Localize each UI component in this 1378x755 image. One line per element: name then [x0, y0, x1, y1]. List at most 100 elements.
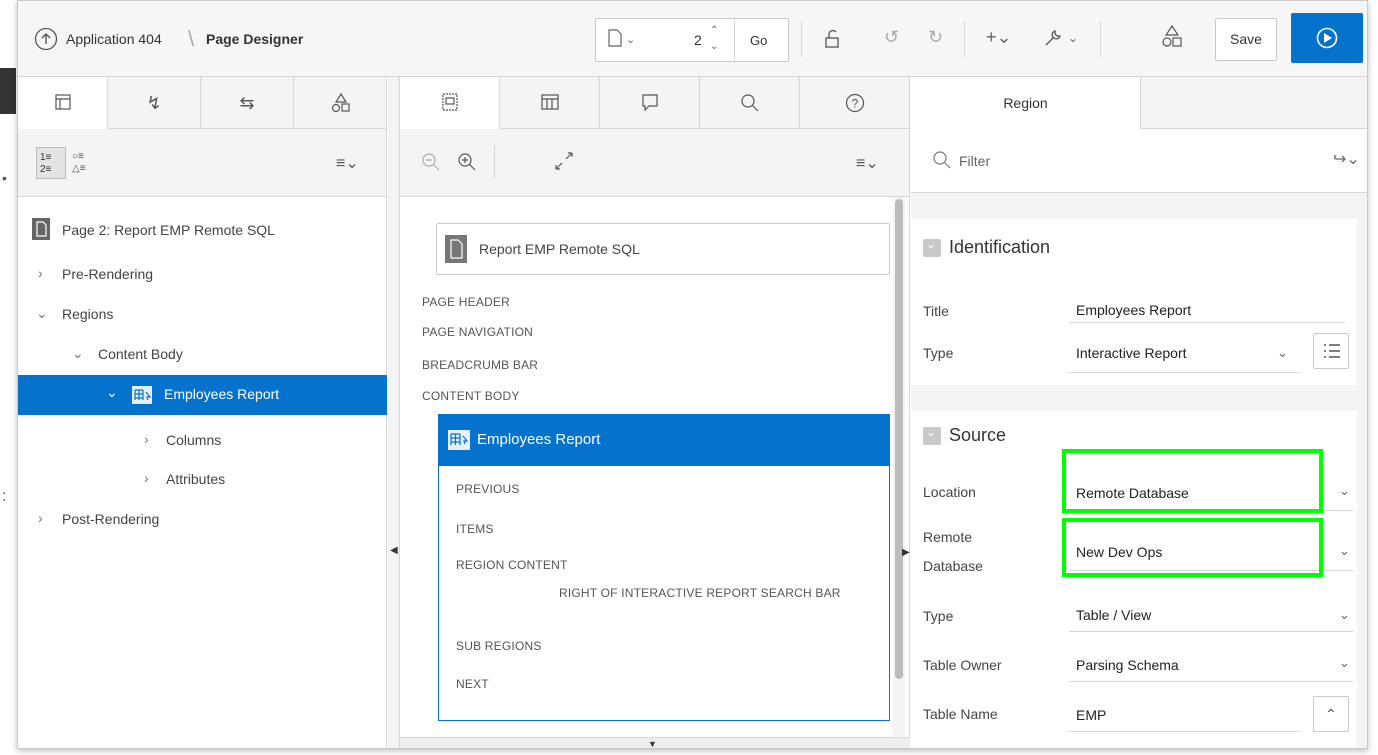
title-field[interactable]: Employees Report [1076, 302, 1191, 318]
slot-page-header[interactable]: PAGE HEADER [422, 295, 510, 309]
filter-input[interactable]: Filter [959, 153, 990, 169]
field-underline [1069, 322, 1345, 323]
group-view-button[interactable]: ○≡ △≡ [72, 151, 86, 175]
slot-breadcrumb-bar[interactable]: BREADCRUMB BAR [422, 358, 538, 372]
layout-toolbar: ≡⌄ [400, 129, 909, 197]
field-underline [1069, 372, 1299, 373]
list-icon [1324, 344, 1340, 358]
remote-database-label: Remote [923, 529, 973, 545]
chevron-down-icon[interactable]: ⌄ [626, 33, 635, 46]
type-select[interactable]: Interactive Report [1076, 345, 1187, 361]
page-number-field[interactable]: 2 [694, 32, 702, 48]
unlock-icon[interactable] [823, 29, 841, 49]
zoom-out-icon[interactable] [422, 153, 440, 171]
tab-layout[interactable] [400, 77, 500, 130]
slot-content-body[interactable]: CONTENT BODY [422, 389, 520, 403]
chevron-down-icon[interactable]: ⌄ [1068, 28, 1078, 48]
save-button[interactable]: Save [1215, 18, 1277, 61]
tree-item-pre-rendering[interactable]: Pre-Rendering [62, 266, 153, 282]
table-name-field[interactable]: EMP [1076, 707, 1106, 723]
slot-items[interactable]: ITEMS [456, 522, 494, 536]
tab-shared-components[interactable] [294, 77, 387, 129]
component-view-button[interactable]: 1≡ 2≡ [36, 147, 66, 179]
shared-components-icon[interactable] [1161, 25, 1183, 49]
go-button[interactable]: Go [750, 33, 767, 48]
grid-icon [540, 94, 559, 110]
chevron-down-icon[interactable]: ⌄ [72, 345, 84, 362]
slot-sub-regions[interactable]: SUB REGIONS [456, 639, 542, 653]
tab-region[interactable]: Region [911, 77, 1141, 130]
tab-component-view[interactable] [500, 77, 600, 129]
region-employees-report[interactable]: Employees Report PREVIOUS ITEMS REGION C… [438, 414, 890, 721]
backdrop-mark: • [2, 170, 7, 186]
title-label: Title [923, 303, 949, 319]
table-owner-select[interactable]: Parsing Schema [1076, 657, 1179, 673]
highlight-remote-database [1062, 518, 1323, 577]
chevron-down-icon[interactable]: ⌄ [1277, 345, 1288, 361]
tree-item-regions[interactable]: Regions [62, 306, 113, 322]
chevron-right-icon[interactable]: › [144, 470, 149, 486]
utilities-wrench-icon[interactable] [1042, 27, 1064, 49]
right-splitter[interactable]: ▶ [901, 547, 911, 559]
tree-item-attributes[interactable]: Attributes [166, 471, 225, 487]
tree-page-root[interactable]: Page 2: Report EMP Remote SQL [62, 222, 275, 238]
tab-search[interactable] [700, 77, 800, 129]
table-lov-button[interactable]: ⌃ [1313, 696, 1349, 732]
run-page-button[interactable] [1291, 13, 1363, 63]
source-type-select[interactable]: Table / View [1076, 607, 1151, 623]
play-icon [1316, 27, 1338, 49]
page-card[interactable]: Report EMP Remote SQL [436, 223, 890, 275]
layout-scrollbar-thumb[interactable] [895, 199, 903, 679]
bottom-splitter[interactable]: ▼ [400, 737, 910, 749]
slot-right-of-search-bar[interactable]: RIGHT OF INTERACTIVE REPORT SEARCH BAR [559, 586, 841, 600]
slot-previous[interactable]: PREVIOUS [456, 482, 520, 496]
redo-icon[interactable]: ↻ [928, 27, 943, 47]
page-stepper[interactable]: ⌃ ⌄ [710, 23, 718, 55]
tab-rendering[interactable] [18, 77, 108, 130]
chevron-down-icon[interactable]: ⌄ [36, 305, 48, 322]
up-arrow-icon[interactable] [34, 27, 58, 51]
section-identification: Identification [949, 237, 1051, 257]
chevron-down-icon[interactable]: ⌄ [1339, 655, 1350, 671]
chevron-down-icon[interactable]: ⌄ [1339, 543, 1350, 559]
undo-icon[interactable]: ↺ [884, 27, 899, 47]
page-icon[interactable] [608, 29, 622, 47]
slot-next[interactable]: NEXT [456, 677, 489, 691]
tree-item-columns[interactable]: Columns [166, 432, 221, 448]
expand-icon[interactable] [554, 151, 574, 171]
search-icon [740, 94, 758, 112]
field-underline [1069, 731, 1299, 732]
chevron-right-icon[interactable]: › [144, 431, 149, 447]
tab-processing[interactable]: ⇆ [201, 77, 294, 129]
property-scrollbar[interactable] [1357, 193, 1367, 748]
list-button[interactable] [1313, 333, 1349, 369]
menu-icon[interactable]: ≡⌄ [856, 153, 879, 173]
go-to-group-icon[interactable]: ↪⌄ [1333, 149, 1360, 169]
zoom-in-icon[interactable] [458, 153, 476, 171]
menu-icon[interactable]: ≡⌄ [336, 153, 359, 173]
slot-region-content[interactable]: REGION CONTENT [456, 558, 567, 572]
chevron-down-icon: ⌄ [106, 384, 118, 400]
chevron-down-icon[interactable]: ⌄ [1339, 483, 1350, 499]
tree-toolbar: 1≡ 2≡ ○≡ △≡ ≡⌄ [18, 129, 386, 197]
tab-dynamic-actions[interactable]: ↯ [108, 77, 201, 129]
chevron-right-icon[interactable]: › [38, 510, 43, 526]
table-owner-label: Table Owner [923, 657, 1002, 673]
create-icon[interactable]: +⌄ [986, 27, 1012, 47]
application-link[interactable]: Application 404 [66, 31, 162, 47]
tree-item-employees-report[interactable]: ⌄ Employees Report [18, 375, 387, 415]
tab-messages[interactable] [600, 77, 700, 129]
tree-item-post-rendering[interactable]: Post-Rendering [62, 511, 159, 527]
tab-help[interactable]: ? [800, 77, 910, 129]
interactive-report-icon [132, 386, 152, 404]
collapse-bottom-icon: ▼ [648, 739, 657, 749]
slot-page-navigation[interactable]: PAGE NAVIGATION [422, 325, 533, 339]
region-header: Employees Report [439, 415, 889, 466]
chevron-right-icon[interactable]: › [38, 265, 43, 281]
tree-item-content-body[interactable]: Content Body [98, 346, 183, 362]
top-toolbar: Application 404 \ Page Designer ⌄ 2 ⌃ ⌄ G… [18, 1, 1367, 77]
chevron-down-icon[interactable]: ⌄ [1339, 607, 1350, 623]
table-name-label: Table Name [923, 706, 998, 722]
left-splitter[interactable]: ◀ [388, 77, 400, 748]
rendering-tree-panel: ↯ ⇆ 1≡ 2≡ ○≡ △≡ ≡⌄ Page 2: Report EMP Remo… [18, 77, 387, 748]
